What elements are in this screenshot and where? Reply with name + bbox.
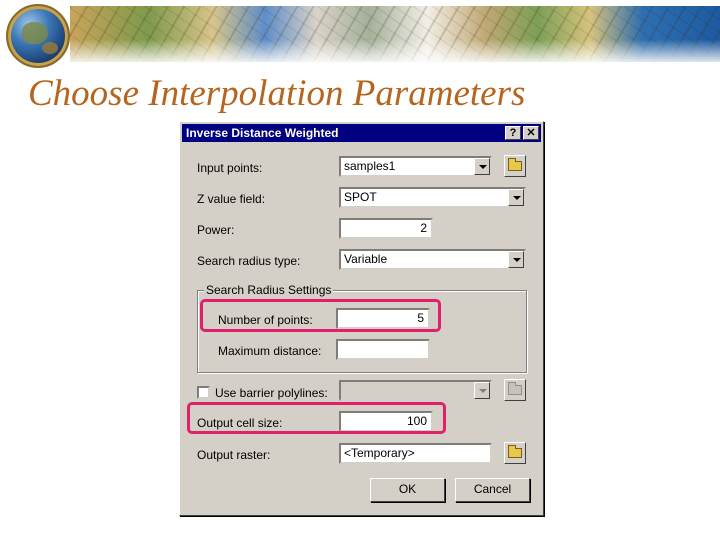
search-radius-type-label: Search radius type: [197, 254, 301, 268]
dialog-title: Inverse Distance Weighted [186, 126, 339, 140]
output-cell-size-highlight [187, 402, 446, 434]
use-barrier-checkbox[interactable] [197, 386, 210, 399]
cancel-button[interactable]: Cancel [455, 478, 530, 502]
slide-title: Choose Interpolation Parameters [28, 73, 526, 114]
input-points-browse-button[interactable] [504, 155, 526, 177]
z-value-field-label: Z value field: [197, 192, 266, 206]
chevron-down-icon[interactable] [508, 251, 524, 268]
chevron-down-icon[interactable] [508, 189, 524, 206]
output-raster-browse-button[interactable] [504, 442, 526, 464]
globe-logo-icon [6, 4, 70, 68]
input-points-label: Input points: [197, 161, 263, 175]
barrier-polylines-select[interactable] [339, 380, 492, 401]
header-banner [0, 0, 720, 72]
ok-button[interactable]: OK [370, 478, 445, 502]
open-folder-icon [508, 382, 522, 395]
help-button[interactable]: ? [505, 126, 521, 140]
use-barrier-label: Use barrier polylines: [215, 386, 328, 400]
close-button[interactable]: ✕ [523, 126, 539, 140]
dialog-titlebar: Inverse Distance Weighted ? ✕ [182, 124, 541, 142]
chevron-down-icon[interactable] [474, 382, 490, 399]
z-value-field-value: SPOT [344, 190, 377, 204]
search-radius-settings-title: Search Radius Settings [204, 283, 334, 297]
open-folder-icon [508, 158, 522, 171]
chevron-down-icon[interactable] [474, 158, 490, 175]
input-points-value: samples1 [344, 159, 396, 173]
maximum-distance-label: Maximum distance: [218, 344, 322, 358]
power-input[interactable]: 2 [339, 218, 433, 239]
maximum-distance-input[interactable] [336, 339, 430, 360]
output-raster-label: Output raster: [197, 448, 271, 462]
search-radius-type-select[interactable]: Variable [339, 249, 526, 270]
z-value-field-select[interactable]: SPOT [339, 187, 526, 208]
number-of-points-highlight [200, 299, 441, 332]
output-raster-input[interactable]: <Temporary> [339, 443, 492, 464]
barrier-browse-button[interactable] [504, 379, 526, 401]
power-label: Power: [197, 223, 235, 237]
input-points-select[interactable]: samples1 [339, 156, 492, 177]
search-radius-type-value: Variable [344, 252, 388, 266]
open-folder-icon [508, 445, 522, 458]
